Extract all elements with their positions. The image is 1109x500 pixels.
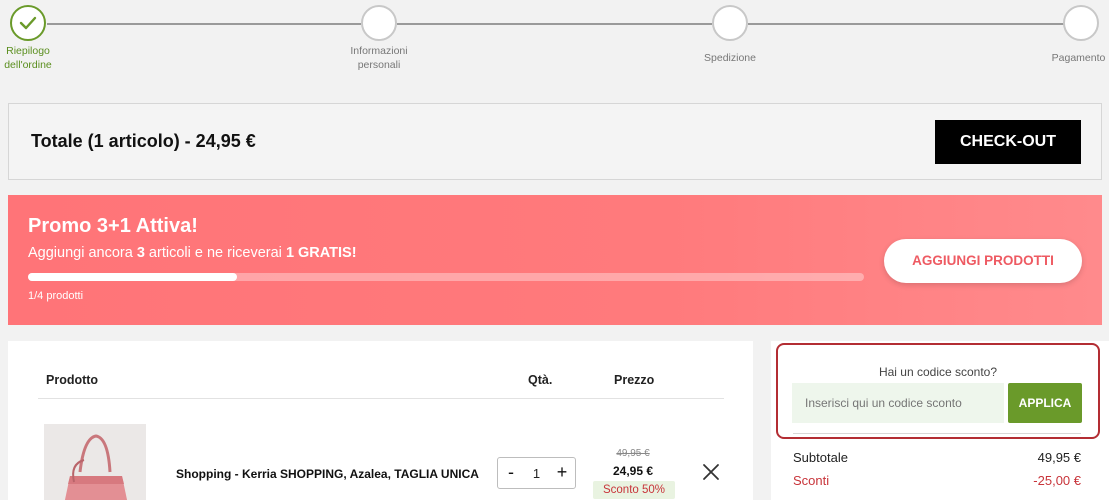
remove-item-button[interactable] [700, 461, 722, 483]
step-2-label-line1: Informazioni [350, 45, 408, 57]
promo-progress-bar [28, 273, 864, 281]
promo-progress-fill [28, 273, 237, 281]
promo-sub-middle: articoli e ne riceverai [144, 245, 286, 261]
order-total-text: Totale (1 articolo) - 24,95 € [31, 131, 256, 151]
step-2-label[interactable]: Informazioni personali [339, 44, 419, 72]
order-summary-panel: Hai un codice sconto? APPLICA Subtotale … [771, 341, 1109, 500]
step-4-label-line1: Pagamento [1051, 52, 1106, 64]
step-3-circle[interactable] [712, 5, 748, 41]
quantity-stepper: - 1 + [497, 457, 576, 489]
step-4-label[interactable]: Pagamento [1048, 51, 1109, 65]
discount-badge: Sconto 50% [593, 481, 675, 499]
order-total-bar: Totale (1 articolo) - 24,95 € CHECK-OUT [8, 103, 1102, 180]
step-1-label[interactable]: Riepilogo dell'ordine [0, 44, 56, 72]
step-3-label-line1: Spedizione [704, 52, 756, 64]
add-products-button[interactable]: AGGIUNGI PRODOTTI [884, 239, 1082, 283]
promo-sub-count: 3 [136, 245, 145, 261]
cart-panel: Prodotto Qtà. Prezzo Shopping - Kerria S… [8, 341, 753, 500]
subtotal-label: Subtotale [793, 450, 848, 465]
step-1-label-line2: dell'ordine [4, 59, 52, 71]
step-connector [47, 23, 361, 25]
promo-subtitle: Aggiungi ancora 3 articoli e ne ricevera… [28, 245, 357, 261]
step-1-done-circle[interactable] [10, 5, 46, 41]
discount-label: Sconti [793, 473, 830, 488]
apply-coupon-button[interactable]: APPLICA [1008, 383, 1082, 423]
qty-increase-button[interactable]: + [551, 462, 573, 483]
step-3-label[interactable]: Spedizione [690, 51, 770, 65]
qty-column-header: Qtà. [528, 373, 553, 387]
coupon-code-input[interactable] [792, 383, 1004, 423]
checkout-page: Riepilogo dell'ordine Informazioni perso… [0, 0, 1109, 500]
step-2-label-line2: personali [357, 59, 401, 71]
product-image[interactable] [44, 424, 146, 500]
promo-progress-label: 1/4 prodotti [28, 290, 84, 302]
step-connector [397, 23, 712, 25]
product-column-header: Prodotto [46, 373, 99, 387]
close-icon [703, 464, 719, 480]
promo-sub-prefix: Aggiungi ancora [28, 245, 137, 261]
promo-title: Promo 3+1 Attiva! [28, 215, 198, 237]
promo-sub-free: 1 GRATIS! [285, 245, 357, 261]
summary-divider [793, 433, 1081, 434]
discount-value: -25,00 € [1033, 473, 1081, 488]
promo-banner: Promo 3+1 Attiva! Aggiungi ancora 3 arti… [8, 195, 1102, 325]
step-4-circle[interactable] [1063, 5, 1099, 41]
product-name[interactable]: Shopping - Kerria SHOPPING, Azalea, TAGL… [176, 467, 479, 481]
checkout-button[interactable]: CHECK-OUT [935, 120, 1081, 164]
checkout-stepper: Riepilogo dell'ordine Informazioni perso… [0, 0, 1109, 80]
cart-header-divider [38, 398, 724, 399]
original-price: 49,95 € [616, 448, 650, 459]
subtotal-value: 49,95 € [1037, 450, 1081, 465]
handbag-image [44, 424, 146, 500]
price-column-header: Prezzo [614, 373, 655, 387]
step-connector [748, 23, 1064, 25]
step-2-circle[interactable] [361, 5, 397, 41]
step-1-label-line1: Riepilogo [6, 45, 50, 57]
coupon-question: Hai un codice sconto? [878, 365, 998, 379]
current-price: 24,95 € [612, 464, 654, 478]
checkmark-icon [19, 16, 37, 30]
coupon-box: Hai un codice sconto? APPLICA [776, 343, 1100, 439]
